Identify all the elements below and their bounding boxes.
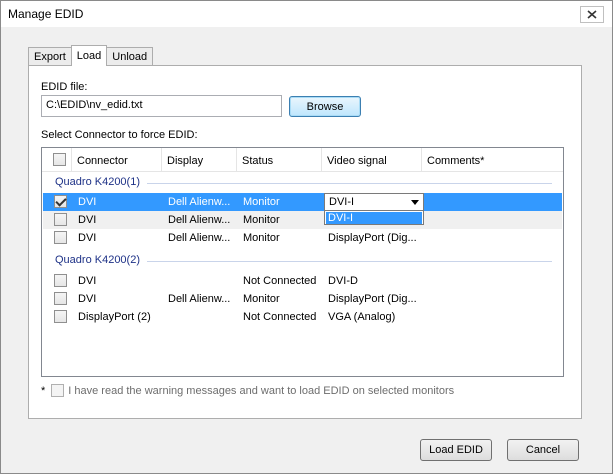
cancel-button[interactable]: Cancel bbox=[507, 439, 579, 461]
tab-unload-label: Unload bbox=[112, 51, 148, 63]
status-cell: Not Connected bbox=[243, 275, 317, 287]
row-checkbox[interactable] bbox=[54, 274, 67, 287]
connector-cell: DVI bbox=[78, 293, 97, 305]
video-signal-selected: DVI-I bbox=[329, 196, 355, 208]
video-signal-dropdown[interactable]: DVI-I bbox=[324, 193, 424, 211]
tab-load-label: Load bbox=[76, 50, 102, 62]
table-row[interactable]: DVI Dell Alienw... Monitor DVI-I DVI-I bbox=[43, 193, 562, 225]
group-name: Quadro K4200(2) bbox=[55, 254, 140, 266]
load-edid-button-label: Load EDID bbox=[429, 444, 483, 456]
table-row[interactable]: DVI Dell Alienw... Monitor bbox=[43, 211, 562, 229]
table-row[interactable]: DVI Dell Alienw... Monitor DisplayPort (… bbox=[43, 229, 562, 247]
tab-export-label: Export bbox=[34, 51, 66, 63]
row-checkbox[interactable] bbox=[54, 310, 67, 323]
warning-text: I have read the warning messages and wan… bbox=[68, 384, 455, 397]
status-cell: Monitor bbox=[243, 232, 280, 244]
group-header: Quadro K4200(2) bbox=[55, 254, 552, 270]
group-header: Quadro K4200(1) bbox=[55, 176, 552, 192]
manage-edid-dialog: Manage EDID Export Load Unload EDID file… bbox=[0, 0, 613, 474]
status-cell: Not Connected bbox=[243, 311, 317, 323]
row-checkbox[interactable] bbox=[54, 213, 67, 226]
connector-cell: DVI bbox=[78, 214, 97, 226]
tab-unload[interactable]: Unload bbox=[106, 47, 154, 66]
load-tab-panel: EDID file: C:\EDID\nv_edid.txt Browse Se… bbox=[28, 65, 582, 419]
video-signal-cell: VGA (Analog) bbox=[328, 311, 396, 323]
connector-cell: DisplayPort (2) bbox=[78, 311, 151, 323]
group-divider bbox=[147, 261, 552, 262]
status-cell: Monitor bbox=[243, 214, 280, 226]
cancel-button-label: Cancel bbox=[525, 444, 561, 456]
connector-cell: DVI bbox=[78, 232, 97, 244]
group-divider bbox=[147, 183, 552, 184]
window-title: Manage EDID bbox=[8, 7, 84, 21]
required-asterisk: * bbox=[41, 384, 46, 397]
video-signal-cell: DisplayPort (Dig... bbox=[328, 232, 417, 244]
load-edid-button[interactable]: Load EDID bbox=[420, 439, 492, 461]
display-cell: Dell Alienw... bbox=[168, 214, 231, 226]
display-cell: Dell Alienw... bbox=[168, 232, 231, 244]
row-checkbox[interactable] bbox=[54, 231, 67, 244]
table-row[interactable]: DVI Dell Alienw... Monitor DisplayPort (… bbox=[43, 290, 562, 308]
connector-table: Connector Display Status Video signal Co… bbox=[41, 147, 564, 377]
column-header-display[interactable]: Display bbox=[162, 148, 237, 172]
connector-cell: DVI bbox=[78, 275, 97, 287]
display-cell: Dell Alienw... bbox=[168, 196, 231, 208]
status-cell: Monitor bbox=[243, 196, 280, 208]
video-signal-cell: DisplayPort (Dig... bbox=[328, 293, 417, 305]
table-row[interactable]: DisplayPort (2) Not Connected VGA (Analo… bbox=[43, 308, 562, 326]
tab-load[interactable]: Load bbox=[70, 45, 108, 66]
select-all-cell bbox=[42, 148, 72, 172]
display-cell: Dell Alienw... bbox=[168, 293, 231, 305]
close-icon bbox=[587, 10, 597, 19]
edid-file-input[interactable]: C:\EDID\nv_edid.txt bbox=[41, 95, 282, 117]
tab-export[interactable]: Export bbox=[28, 47, 72, 66]
table-header: Connector Display Status Video signal Co… bbox=[42, 148, 563, 172]
warning-acknowledgement: * I have read the warning messages and w… bbox=[41, 384, 454, 397]
browse-button[interactable]: Browse bbox=[289, 96, 361, 117]
tab-strip: Export Load Unload bbox=[28, 45, 154, 66]
column-header-status[interactable]: Status bbox=[237, 148, 322, 172]
table-row[interactable]: DVI Not Connected DVI-D bbox=[43, 272, 562, 290]
title-bar: Manage EDID bbox=[1, 1, 612, 27]
warning-checkbox[interactable] bbox=[51, 384, 65, 397]
column-header-comments[interactable]: Comments* bbox=[422, 148, 563, 172]
status-cell: Monitor bbox=[243, 293, 280, 305]
row-checkbox[interactable] bbox=[54, 292, 67, 305]
select-connector-label: Select Connector to force EDID: bbox=[41, 129, 198, 141]
column-header-connector[interactable]: Connector bbox=[72, 148, 162, 172]
connector-cell: DVI bbox=[78, 196, 97, 208]
select-all-checkbox[interactable] bbox=[53, 153, 66, 166]
edid-file-label: EDID file: bbox=[41, 81, 88, 93]
row-checkbox[interactable] bbox=[54, 195, 67, 208]
video-signal-cell: DVI-D bbox=[328, 275, 358, 287]
video-signal-option[interactable]: DVI-I bbox=[326, 212, 422, 224]
video-signal-options: DVI-I bbox=[324, 210, 424, 225]
close-button[interactable] bbox=[580, 6, 604, 23]
dropdown-arrow-icon bbox=[411, 200, 419, 205]
browse-button-label: Browse bbox=[306, 100, 344, 113]
group-name: Quadro K4200(1) bbox=[55, 176, 140, 188]
column-header-video-signal[interactable]: Video signal bbox=[322, 148, 422, 172]
